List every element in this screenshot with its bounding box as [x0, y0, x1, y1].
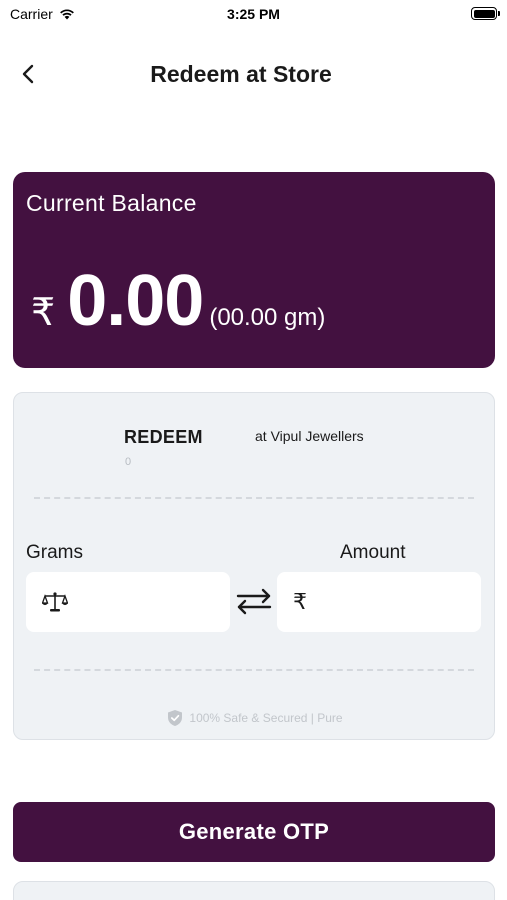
- status-bar: Carrier 3:25 PM: [0, 0, 507, 30]
- grams-label: Grams: [26, 542, 83, 563]
- redeem-card: REDEEM at Vipul Jewellers 0 Grams Amount…: [13, 392, 495, 740]
- divider: [34, 669, 474, 671]
- generate-otp-button[interactable]: Generate OTP: [13, 802, 495, 862]
- balance-row: ₹ 0.00 (00.00 gm): [31, 260, 325, 342]
- balance-label: Current Balance: [26, 190, 197, 216]
- balance-amount: 0.00: [67, 261, 204, 341]
- secure-row: 100% Safe & Secured | Pure: [14, 709, 496, 727]
- grams-field[interactable]: [26, 572, 230, 632]
- shield-check-icon: [168, 710, 183, 726]
- amount-field[interactable]: ₹: [277, 572, 481, 632]
- divider: [34, 497, 474, 499]
- amount-label: Amount: [340, 542, 406, 563]
- balance-card: Current Balance ₹ 0.00 (00.00 gm): [13, 172, 495, 368]
- battery-icon: [471, 7, 500, 20]
- redeem-value: 0: [125, 456, 132, 468]
- status-time: 3:25 PM: [227, 6, 280, 22]
- grams-input[interactable]: [78, 591, 218, 613]
- scale-icon: [42, 592, 68, 612]
- redeem-title: REDEEM: [124, 427, 203, 447]
- store-label: at Vipul Jewellers: [255, 428, 364, 444]
- secure-text: 100% Safe & Secured | Pure: [189, 711, 343, 725]
- balance-grams: (00.00 gm): [209, 304, 326, 331]
- rupee-sign: ₹: [31, 292, 56, 334]
- swap-arrows-icon[interactable]: [235, 586, 273, 616]
- page-title: Redeem at Store: [150, 61, 332, 87]
- bottom-card: [13, 881, 495, 900]
- nav-bar: Redeem at Store: [0, 50, 507, 98]
- amount-prefix: ₹: [293, 589, 307, 614]
- amount-input[interactable]: [317, 591, 457, 613]
